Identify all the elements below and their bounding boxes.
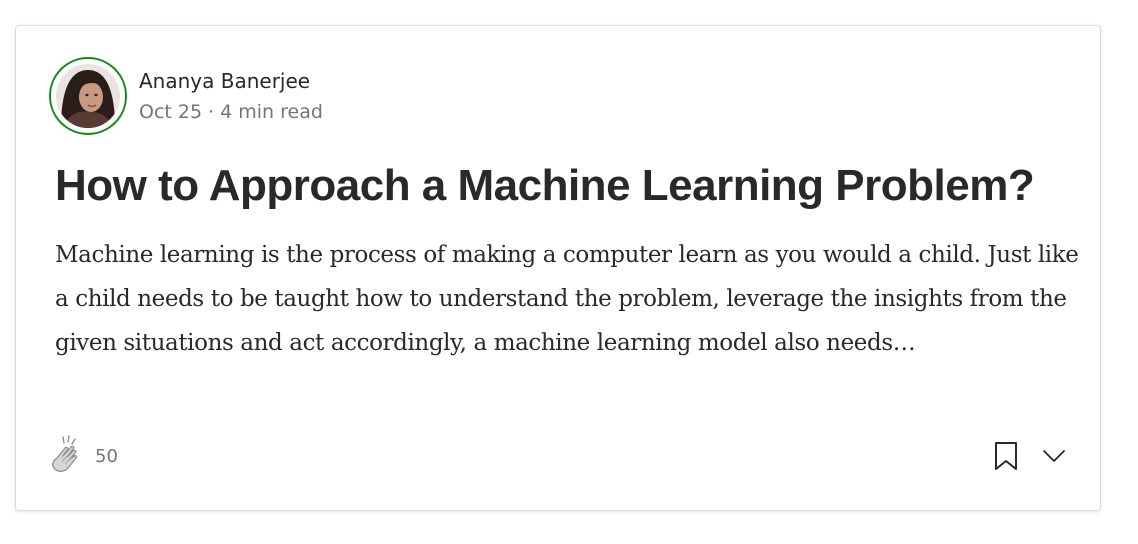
clap-icon[interactable] <box>49 434 87 478</box>
read-time: 4 min read <box>220 101 323 123</box>
bookmark-icon <box>995 442 1017 470</box>
chevron-down-icon <box>1043 450 1065 462</box>
avatar[interactable] <box>56 64 120 128</box>
post-title[interactable]: How to Approach a Machine Learning Probl… <box>55 156 1035 216</box>
bookmark-button[interactable] <box>993 441 1019 471</box>
post-excerpt[interactable]: Machine learning is the process of makin… <box>55 233 1085 365</box>
avatar-ring[interactable] <box>49 57 127 135</box>
author-row: Ananya Banerjee Oct 25 · 4 min read <box>49 57 323 135</box>
clap-count: 50 <box>95 445 118 467</box>
meta-separator: · <box>208 101 215 123</box>
post-card[interactable]: Ananya Banerjee Oct 25 · 4 min read How to… <box>15 25 1101 511</box>
author-name[interactable]: Ananya Banerjee <box>139 65 323 97</box>
clap-button[interactable]: 50 <box>49 434 118 478</box>
post-date: Oct 25 <box>139 101 203 123</box>
author-meta: Ananya Banerjee Oct 25 · 4 min read <box>139 65 323 127</box>
post-footer: 50 <box>49 431 1067 481</box>
post-meta: Oct 25 · 4 min read <box>139 97 323 127</box>
post-actions <box>993 441 1067 471</box>
more-button[interactable] <box>1041 446 1067 466</box>
